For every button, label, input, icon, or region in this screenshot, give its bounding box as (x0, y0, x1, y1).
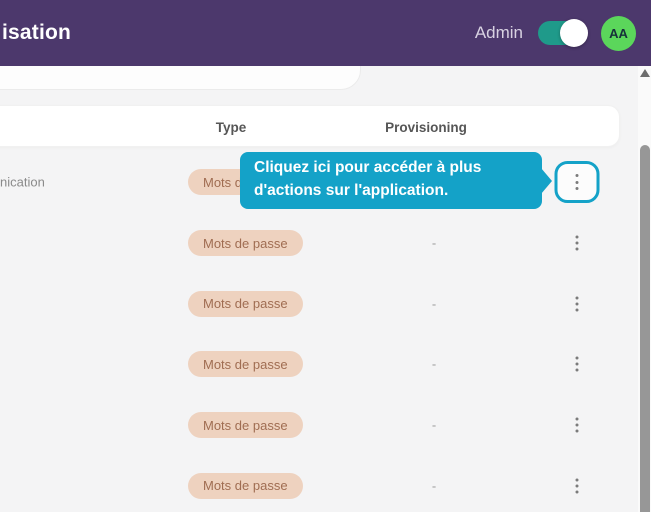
tooltip-text: Cliquez ici pour accéder à plus d'action… (254, 159, 482, 199)
table-row: Mots de passe - (0, 213, 620, 274)
topbar: isation Admin AA (0, 0, 651, 66)
type-badge: Mots de passe (188, 472, 303, 499)
avatar-initials: AA (609, 25, 628, 41)
topbar-right-group: Admin AA (475, 0, 636, 66)
row-provisioning-value: - (431, 296, 437, 312)
kebab-icon (575, 417, 579, 421)
row-actions-button[interactable] (566, 348, 589, 381)
type-badge: Mots de passe (188, 230, 303, 257)
avatar[interactable]: AA (601, 15, 636, 51)
toggle-knob (560, 19, 588, 47)
type-badge: Mots de passe (188, 351, 303, 378)
row-provisioning-value: - (431, 478, 437, 494)
table-row: Mots de passe - (0, 395, 620, 456)
admin-toggle[interactable] (538, 19, 588, 47)
row-actions-button[interactable] (566, 287, 589, 320)
row-actions-button[interactable] (566, 227, 589, 260)
kebab-icon (575, 478, 579, 482)
row-name: nication (0, 174, 45, 190)
column-header-type: Type (215, 119, 247, 135)
tooltip: Cliquez ici pour accéder à plus d'action… (240, 152, 552, 209)
page-title: isation (2, 21, 72, 44)
scrollbar-thumb[interactable] (639, 145, 650, 512)
scrollbar (638, 64, 651, 512)
scroll-up-arrow-icon[interactable] (639, 69, 650, 77)
admin-label: Admin (474, 23, 523, 42)
type-badge: Mots de passe (188, 412, 303, 439)
table-header: Type Provisioning (0, 105, 620, 147)
column-header-provisioning: Provisioning (385, 119, 467, 135)
row-actions-button[interactable] (566, 409, 589, 442)
type-badge: Mots de passe (188, 290, 303, 317)
table-row: Mots de passe - (0, 273, 620, 334)
app-window: isation Admin AA Type Provisioning nicat… (0, 0, 651, 512)
kebab-icon (575, 174, 579, 178)
kebab-icon (575, 356, 579, 360)
kebab-icon (575, 235, 579, 239)
row-actions-button[interactable] (566, 469, 589, 502)
row-actions-button[interactable] (554, 161, 600, 204)
table-row: Mots de passe - (0, 455, 620, 512)
row-provisioning-value: - (431, 417, 437, 433)
table-row: Mots de passe - (0, 334, 620, 395)
row-provisioning-value: - (431, 235, 437, 251)
row-provisioning-value: - (431, 356, 437, 372)
kebab-icon (575, 296, 579, 300)
